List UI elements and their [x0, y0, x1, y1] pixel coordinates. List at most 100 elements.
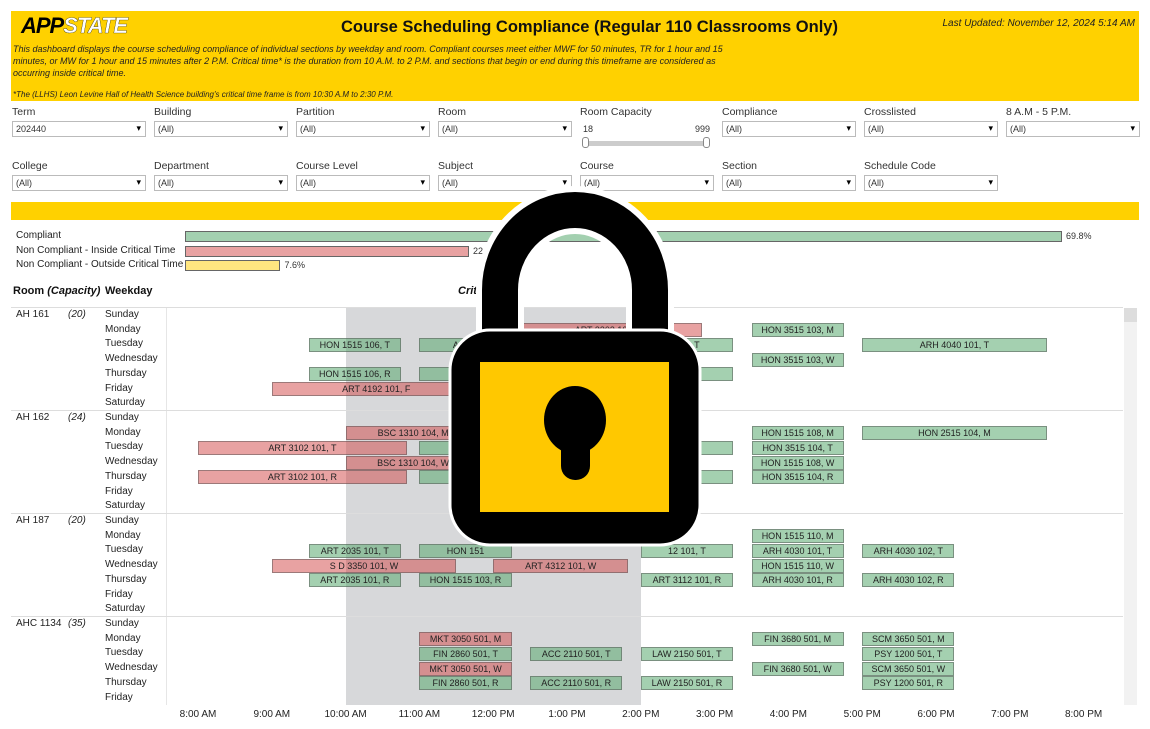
filter-label: College: [12, 160, 48, 172]
section-bar[interactable]: ARH 4040 101, T: [862, 337, 1047, 352]
room-name: AH 162: [16, 412, 50, 423]
section-bar[interactable]: HON 1515 110, M: [751, 529, 844, 544]
section-bar[interactable]: ACC 2110 501, R: [530, 676, 623, 691]
section-bar[interactable]: 12 101, T: [640, 543, 734, 558]
room-capacity: (20): [68, 309, 86, 320]
filter-dropdown[interactable]: (All): [722, 175, 856, 191]
section-bar[interactable]: HON 1515 108, M: [751, 426, 844, 441]
filter-dropdown[interactable]: (All): [154, 175, 288, 191]
filter-dropdown[interactable]: (All): [722, 121, 856, 137]
section-bar[interactable]: ART 2035 101, R: [308, 573, 401, 588]
filter-label: Course: [580, 160, 614, 172]
section-bar[interactable]: ART: [419, 367, 512, 382]
weekday-label: Sunday: [105, 515, 139, 526]
section-bar[interactable]: FIN 2860 501, R: [419, 676, 512, 691]
section-bar[interactable]: SCM 3650 501, W: [862, 661, 955, 676]
section-bar[interactable]: HON 1515 108, W: [751, 455, 844, 470]
weekday-label: Thursday: [105, 367, 147, 379]
filter-dropdown[interactable]: 202440: [12, 121, 146, 137]
filter-dropdown[interactable]: (All): [154, 121, 288, 137]
critical-time-header: Criti e: [458, 285, 516, 297]
weekday-label: Friday: [105, 691, 133, 703]
filter-dropdown[interactable]: (All): [296, 121, 430, 137]
room-name: AH 187: [16, 515, 50, 526]
section-bar[interactable]: HON 3515 103, M: [751, 323, 844, 338]
section-bar[interactable]: ART 3303 101, M: [517, 323, 703, 338]
section-bar[interactable]: HON 2515 104, M: [862, 426, 1047, 441]
weekday-label: Friday: [105, 588, 133, 600]
time-tick: 2:00 PM: [622, 709, 660, 720]
weekday-label: Tuesday: [105, 647, 143, 659]
summary-label: Non Compliant - Outside Critical Time: [16, 259, 184, 270]
section-bar[interactable]: FIN 2860 501, T: [419, 646, 512, 661]
section-bar[interactable]: ARH 4030 101, T: [751, 543, 844, 558]
section-bar[interactable]: LAW 2150 501, T: [640, 646, 734, 661]
summary-bar[interactable]: [185, 260, 281, 271]
filter-dropdown[interactable]: (All): [864, 175, 998, 191]
weekday-label: Saturday: [105, 500, 146, 512]
section-bar[interactable]: PSY 1200 501, T: [862, 646, 955, 661]
vertical-scrollbar[interactable]: [1124, 308, 1137, 705]
section-bar[interactable]: ARH 4030 102, R: [862, 573, 955, 588]
section-bar[interactable]: 04, R: [640, 367, 734, 382]
section-bar[interactable]: FIN 3680 501, W: [751, 661, 844, 676]
capacity-min-handle[interactable]: [582, 137, 589, 148]
section-bar[interactable]: HON 1515 106, R: [308, 367, 401, 382]
summary-label: Non Compliant - Inside Critical Time: [16, 244, 176, 256]
section-bar[interactable]: HON: [419, 440, 512, 455]
time-tick: 7:00 PM: [991, 709, 1029, 720]
section-bar[interactable]: ART 4192 101, F: [271, 382, 481, 396]
filter-dropdown[interactable]: (All): [580, 175, 714, 191]
filter-label: Course Level: [296, 160, 358, 172]
section-bar[interactable]: ARH 4030 101, R: [751, 573, 844, 588]
section-bar[interactable]: ART 4312 101, W: [493, 558, 629, 573]
section-bar[interactable]: 03, R: [640, 470, 734, 485]
weekday-label: Wednesday: [105, 662, 158, 674]
section-bar[interactable]: HON 3515 103, W: [751, 352, 844, 367]
section-bar[interactable]: HON 151: [419, 543, 512, 558]
section-bar[interactable]: 104, T: [640, 337, 734, 352]
summary-bar[interactable]: [185, 231, 1062, 242]
section-bar[interactable]: BSC 1310 104, M: [345, 426, 481, 441]
section-bar[interactable]: ART 3102 101, R: [198, 470, 407, 485]
filter-dropdown[interactable]: (All): [864, 121, 998, 137]
section-bar[interactable]: BSC 1310 104, W: [345, 455, 481, 470]
capacity-slider[interactable]: [585, 141, 707, 146]
section-bar[interactable]: ARH 4030 102, T: [862, 543, 955, 558]
summary-bar[interactable]: [185, 245, 469, 257]
room-header: Room (Capacity): [13, 285, 100, 297]
section-bar[interactable]: MKT 3050 501, M: [419, 632, 512, 647]
filter-dropdown[interactable]: (All): [438, 175, 572, 191]
filter-dropdown[interactable]: (All): [296, 175, 430, 191]
section-bar[interactable]: HON 3515 104, R: [751, 470, 844, 485]
section-bar[interactable]: HON 1515 106, T: [308, 337, 401, 352]
critical-time-label-end: e: [510, 285, 517, 297]
weekday-label: Monday: [105, 632, 141, 644]
section-bar[interactable]: ACC 2110 501, T: [530, 646, 623, 661]
section-bar[interactable]: MKT 3050 501, W: [419, 661, 512, 676]
section-bar[interactable]: PSY 1200 501, R: [862, 676, 955, 691]
section-bar[interactable]: ART 2: [419, 337, 512, 352]
section-bar[interactable]: HON: [419, 470, 512, 485]
section-bar[interactable]: S D 3350 101, W: [271, 558, 457, 573]
weekday-label: Sunday: [105, 309, 139, 320]
time-tick: 8:00 PM: [1064, 709, 1103, 720]
section-bar[interactable]: ART 2035 101, T: [308, 543, 401, 558]
section-bar[interactable]: ART 3112 101, R: [640, 573, 734, 588]
section-bar[interactable]: FIN 3680 501, M: [751, 632, 844, 647]
section-bar[interactable]: HON 3515 104, T: [751, 440, 844, 455]
weekday-label: Thursday: [105, 573, 147, 585]
section-bar[interactable]: ART 3102 101, T: [198, 440, 407, 455]
critical-time-label: Criti: [458, 285, 480, 297]
filter-dropdown[interactable]: (All): [12, 175, 146, 191]
section-bar[interactable]: 03, T: [640, 440, 734, 455]
section-bar[interactable]: LAW 2150 501, R: [640, 676, 734, 691]
scrollbar-thumb[interactable]: [1124, 308, 1137, 322]
filter-dropdown[interactable]: (All): [1006, 121, 1140, 137]
filter-label: Schedule Code: [864, 160, 936, 172]
capacity-max-handle[interactable]: [703, 137, 710, 148]
section-bar[interactable]: HON 1515 103, R: [419, 573, 512, 588]
section-bar[interactable]: HON 1515 110, W: [751, 558, 844, 573]
filter-dropdown[interactable]: (All): [438, 121, 572, 137]
section-bar[interactable]: SCM 3650 501, M: [862, 632, 955, 647]
